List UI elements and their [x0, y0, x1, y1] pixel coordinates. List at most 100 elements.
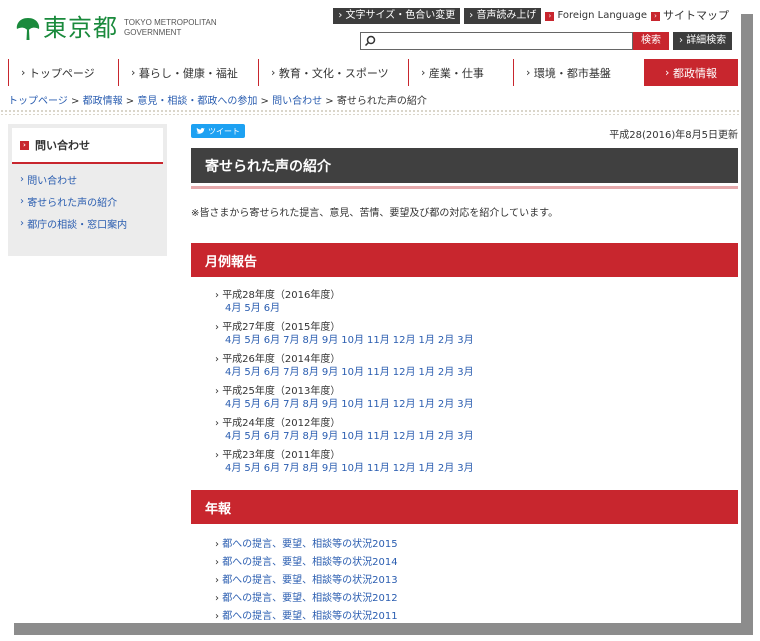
month-link[interactable]: 10月	[341, 399, 364, 410]
search-button[interactable]: 検索	[633, 32, 669, 50]
month-link[interactable]: 12月	[393, 431, 416, 442]
side-nav-item[interactable]: › 都庁の相談・窓口案内	[8, 212, 167, 234]
logo-text: 東京都	[43, 14, 118, 42]
gnav-item-environment[interactable]: › 環境・都市基盤	[513, 59, 644, 86]
month-link[interactable]: 6月	[264, 399, 280, 410]
month-link[interactable]: 9月	[322, 399, 338, 410]
side-nav-title[interactable]: › 問い合わせ	[12, 128, 163, 164]
month-link[interactable]: 12月	[393, 335, 416, 346]
month-link[interactable]: 7月	[283, 431, 299, 442]
month-link[interactable]: 5月	[244, 399, 260, 410]
month-link[interactable]: 7月	[283, 335, 299, 346]
month-link[interactable]: 11月	[367, 335, 390, 346]
gnav-item-industry[interactable]: › 産業・仕事	[408, 59, 513, 86]
month-link[interactable]: 4月	[225, 399, 241, 410]
breadcrumb-link[interactable]: 問い合わせ	[272, 96, 322, 107]
month-link[interactable]: 3月	[457, 335, 473, 346]
voice-readout-link[interactable]: › 音声読み上げ	[464, 8, 542, 24]
month-link[interactable]: 6月	[264, 335, 280, 346]
breadcrumb-link[interactable]: 都政情報	[83, 96, 123, 107]
month-link[interactable]: 5月	[244, 431, 260, 442]
site-logo[interactable]: 東京都 TOKYO METROPOLITAN GOVERNMENT	[15, 14, 217, 42]
month-link[interactable]: 8月	[303, 463, 319, 474]
annual-report-link[interactable]: › 都への提言、要望、相談等の状況2011	[215, 608, 738, 623]
month-link[interactable]: 10月	[341, 431, 364, 442]
month-link[interactable]: 3月	[457, 367, 473, 378]
month-link[interactable]: 12月	[393, 367, 416, 378]
gnav-item-top[interactable]: › トップページ	[8, 59, 118, 86]
month-link[interactable]: 11月	[367, 431, 390, 442]
month-link[interactable]: 4月	[225, 303, 241, 314]
search-input[interactable]	[360, 32, 633, 50]
month-link[interactable]: 6月	[264, 303, 280, 314]
month-link[interactable]: 3月	[457, 463, 473, 474]
month-link[interactable]: 7月	[283, 399, 299, 410]
month-link[interactable]: 10月	[341, 463, 364, 474]
detail-search-button[interactable]: › 詳細検索	[673, 32, 733, 50]
month-link[interactable]: 5月	[244, 335, 260, 346]
gnav-item-education[interactable]: › 教育・文化・スポーツ	[258, 59, 408, 86]
month-link[interactable]: 11月	[367, 367, 390, 378]
gnav-item-label: 産業・仕事	[428, 66, 484, 80]
month-link[interactable]: 5月	[244, 367, 260, 378]
annual-report-link[interactable]: › 都への提言、要望、相談等の状況2015	[215, 536, 738, 554]
annual-report-label: 都への提言、要望、相談等の状況2013	[222, 575, 398, 586]
month-link[interactable]: 2月	[438, 463, 454, 474]
breadcrumb-link[interactable]: トップページ	[8, 96, 68, 107]
annual-report-link[interactable]: › 都への提言、要望、相談等の状況2014	[215, 554, 738, 572]
month-link[interactable]: 3月	[457, 431, 473, 442]
month-link[interactable]: 8月	[303, 335, 319, 346]
month-link[interactable]: 11月	[367, 463, 390, 474]
month-link[interactable]: 2月	[438, 399, 454, 410]
month-link[interactable]: 12月	[393, 399, 416, 410]
month-link[interactable]: 7月	[283, 463, 299, 474]
month-link[interactable]: 2月	[438, 335, 454, 346]
month-link[interactable]: 2月	[438, 431, 454, 442]
gnav-item-label: 教育・文化・スポーツ	[278, 66, 389, 80]
month-link[interactable]: 4月	[225, 431, 241, 442]
gnav-item-living[interactable]: › 暮らし・健康・福祉	[118, 59, 258, 86]
gnav-item-label: トップページ	[28, 66, 95, 80]
month-link[interactable]: 5月	[244, 303, 260, 314]
month-link[interactable]: 10月	[341, 367, 364, 378]
month-link[interactable]: 9月	[322, 463, 338, 474]
month-link[interactable]: 5月	[244, 463, 260, 474]
month-link[interactable]: 8月	[303, 431, 319, 442]
month-link[interactable]: 4月	[225, 367, 241, 378]
month-link[interactable]: 2月	[438, 367, 454, 378]
tweet-button[interactable]: ツイート	[191, 124, 245, 138]
month-link[interactable]: 9月	[322, 367, 338, 378]
month-link[interactable]: 1月	[418, 335, 434, 346]
gnav-item-government[interactable]: › 都政情報	[644, 59, 738, 86]
month-link[interactable]: 9月	[322, 335, 338, 346]
year-item: 平成25年度（2013年度）4月5月 6月7月 8月9月10月11月12月1月 2月3…	[215, 385, 738, 412]
font-color-change-link[interactable]: › 文字サイズ・色合い変更	[333, 8, 461, 24]
month-link[interactable]: 1月	[418, 399, 434, 410]
month-link[interactable]: 9月	[322, 431, 338, 442]
month-link[interactable]: 1月	[418, 431, 434, 442]
month-link[interactable]: 8月	[303, 367, 319, 378]
month-link[interactable]: 8月	[303, 399, 319, 410]
month-link[interactable]: 10月	[341, 335, 364, 346]
month-link[interactable]: 4月	[225, 463, 241, 474]
month-link[interactable]: 12月	[393, 463, 416, 474]
annual-report-label: 都への提言、要望、相談等の状況2015	[222, 539, 398, 550]
month-link[interactable]: 6月	[264, 367, 280, 378]
month-link[interactable]: 4月	[225, 335, 241, 346]
month-link[interactable]: 6月	[264, 431, 280, 442]
month-link[interactable]: 1月	[418, 367, 434, 378]
month-link[interactable]: 3月	[457, 399, 473, 410]
month-link[interactable]: 6月	[264, 463, 280, 474]
annual-report-link[interactable]: › 都への提言、要望、相談等の状況2013	[215, 572, 738, 590]
breadcrumb-link[interactable]: 意見・相談・都政への参加	[137, 96, 257, 107]
month-link[interactable]: 7月	[283, 367, 299, 378]
month-link[interactable]: 11月	[367, 399, 390, 410]
month-link[interactable]: 1月	[418, 463, 434, 474]
side-nav-item[interactable]: › 寄せられた声の紹介	[8, 190, 167, 212]
sitemap-link[interactable]: › サイトマップ	[651, 9, 729, 23]
foreign-language-link[interactable]: › Foreign Language	[545, 9, 647, 23]
gnav-item-label: 都政情報	[672, 66, 717, 80]
utility-links: › 文字サイズ・色合い変更 › 音声読み上げ › Foreign Language…	[333, 8, 729, 24]
side-nav-item[interactable]: › 問い合わせ	[8, 168, 167, 190]
annual-report-link[interactable]: › 都への提言、要望、相談等の状況2012	[215, 590, 738, 608]
